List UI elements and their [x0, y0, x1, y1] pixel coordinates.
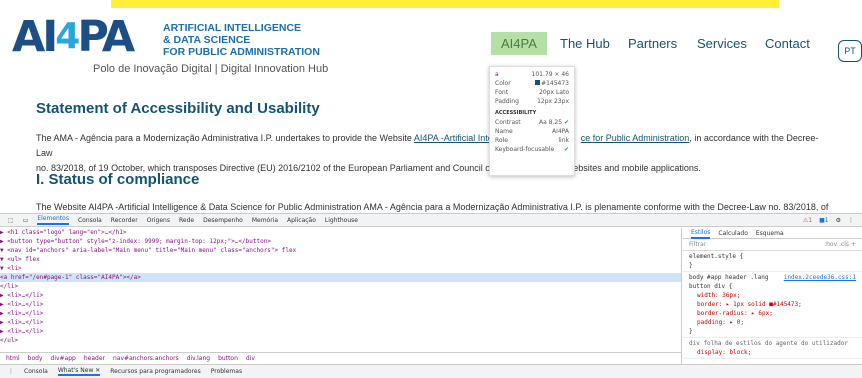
- crumb[interactable]: nav#anchors.anchors: [113, 355, 179, 362]
- drawer-menu-icon[interactable]: ⋮: [8, 368, 14, 375]
- highlight-bar: [111, 0, 779, 8]
- styles-pane: Estilos Calculado Esquema Filtrar :hov .…: [683, 228, 862, 364]
- tab-lighthouse[interactable]: Lighthouse: [325, 217, 358, 224]
- tab-console[interactable]: Consola: [78, 217, 102, 224]
- logo-subtitle: Polo de Inovação Digital | Digital Innov…: [93, 63, 329, 75]
- styles-filter-input[interactable]: Filtrar: [689, 240, 706, 249]
- dom-node[interactable]: ▶ <li>…</li>: [0, 327, 681, 336]
- compliance-paragraph: The Website AI4PA -Artificial Intelligen…: [36, 202, 829, 212]
- nav-ai4pa[interactable]: AI4PA: [491, 32, 547, 55]
- inspect-icon[interactable]: ⬚: [8, 217, 14, 224]
- logo-text: ARTIFICIAL INTELLIGENCE & DATA SCIENCE F…: [163, 22, 320, 58]
- crumb[interactable]: div: [246, 355, 255, 362]
- drawer-tab-dev-resources[interactable]: Recursos para programadores: [110, 368, 200, 375]
- devtools-status: ⚠1 ■1 ⚙ ⋮: [803, 217, 854, 224]
- ai4pa-link-tail[interactable]: ce for Public Administration: [581, 133, 690, 143]
- crumb[interactable]: body: [28, 355, 43, 362]
- intro-paragraph: The AMA - Agência para a Modernização Ad…: [36, 133, 819, 173]
- dom-node[interactable]: ▼ <nav id="anchors" aria-label="Main men…: [0, 246, 681, 255]
- style-rule: element.style { }: [683, 251, 862, 272]
- tab-network[interactable]: Rede: [179, 217, 194, 224]
- dom-node[interactable]: ▶ <button type="button" style="z-index: …: [0, 237, 681, 246]
- page-heading: Statement of Accessibility and Usability: [36, 100, 320, 117]
- tab-computed[interactable]: Calculado: [718, 229, 747, 238]
- style-rule: index.2ceede36.css:1 body #app header .l…: [683, 272, 862, 338]
- site-logo[interactable]: AI4PA: [12, 16, 135, 59]
- tab-elements[interactable]: Elementos: [37, 215, 69, 225]
- nav-partners[interactable]: Partners: [628, 36, 677, 51]
- crumb[interactable]: div#app: [51, 355, 76, 362]
- gear-icon[interactable]: ⚙: [836, 217, 841, 224]
- check-icon: ✔: [563, 119, 569, 126]
- inspect-tooltip: a 101.79 × 46 Color #145473 Font 20px Lato …: [489, 66, 575, 176]
- styles-filter-tools[interactable]: :hov .cls +: [824, 240, 856, 249]
- dom-node[interactable]: </ul>: [0, 336, 681, 345]
- dom-node[interactable]: ▶ <li>…</li>: [0, 300, 681, 309]
- tab-application[interactable]: Aplicação: [287, 217, 316, 224]
- tab-layout[interactable]: Esquema: [756, 229, 784, 238]
- tab-recorder[interactable]: Recorder: [111, 217, 138, 224]
- drawer-tab-issues[interactable]: Problemas: [211, 368, 242, 375]
- crumb[interactable]: html: [6, 355, 20, 362]
- nav-services[interactable]: Services: [697, 36, 747, 51]
- dom-node[interactable]: ▶ <li>…</li>: [0, 291, 681, 300]
- dom-node-selected[interactable]: <a href="/en#page-1" class="AI4PA"></a>: [0, 273, 681, 282]
- stylesheet-link[interactable]: index.2ceede36.css:1: [784, 273, 856, 282]
- color-swatch: [535, 80, 541, 85]
- nav-the-hub[interactable]: The Hub: [560, 36, 610, 51]
- section-heading: I. Status of compliance: [36, 171, 200, 188]
- tab-memory[interactable]: Memória: [252, 217, 278, 224]
- warning-count[interactable]: ⚠1: [803, 217, 812, 224]
- language-button[interactable]: PT: [838, 40, 862, 62]
- crumb[interactable]: header: [84, 355, 105, 362]
- breadcrumb: html body div#app header nav#anchors.anc…: [0, 352, 682, 364]
- device-icon[interactable]: ▭: [23, 217, 29, 224]
- drawer-tab-whats-new[interactable]: What's New ✕: [57, 367, 101, 376]
- devtools-drawer: ⋮ Consola What's New ✕ Recursos para pro…: [0, 364, 862, 378]
- dom-node[interactable]: ▶ <h1 class="logo" lang="en">…</h1>: [0, 228, 681, 237]
- dom-node[interactable]: ▼ <li>: [0, 264, 681, 273]
- dom-node[interactable]: </li>: [0, 282, 681, 291]
- ai4pa-link[interactable]: AI4PA -Artificial Inte: [414, 133, 493, 143]
- crumb[interactable]: button: [218, 355, 238, 362]
- dom-node[interactable]: ▶ <li>…</li>: [0, 318, 681, 327]
- tab-performance[interactable]: Desempenho: [203, 217, 243, 224]
- drawer-tab-console[interactable]: Consola: [24, 368, 48, 375]
- check-icon: ✔: [563, 146, 569, 153]
- dom-node[interactable]: ▼ <ul> flex: [0, 255, 681, 264]
- devtools-panel: ⬚ ▭ Elementos Consola Recorder Origens R…: [0, 213, 862, 378]
- crumb[interactable]: div.lang: [187, 355, 210, 362]
- tab-styles[interactable]: Estilos: [691, 228, 711, 239]
- devtools-tabs: ⬚ ▭ Elementos Consola Recorder Origens R…: [0, 214, 862, 227]
- style-rule: div folha de estilos do agente do utiliz…: [683, 338, 862, 359]
- tab-sources[interactable]: Origens: [147, 217, 170, 224]
- dom-node[interactable]: ▶ <li>…</li>: [0, 309, 681, 318]
- more-icon[interactable]: ⋮: [848, 217, 854, 224]
- info-count[interactable]: ■1: [819, 217, 829, 224]
- browser-page: AI4PA ARTIFICIAL INTELLIGENCE & DATA SCI…: [0, 0, 862, 378]
- elements-tree: ▶ <h1 class="logo" lang="en">…</h1> ▶ <b…: [0, 228, 682, 364]
- nav-contact[interactable]: Contact: [765, 36, 810, 51]
